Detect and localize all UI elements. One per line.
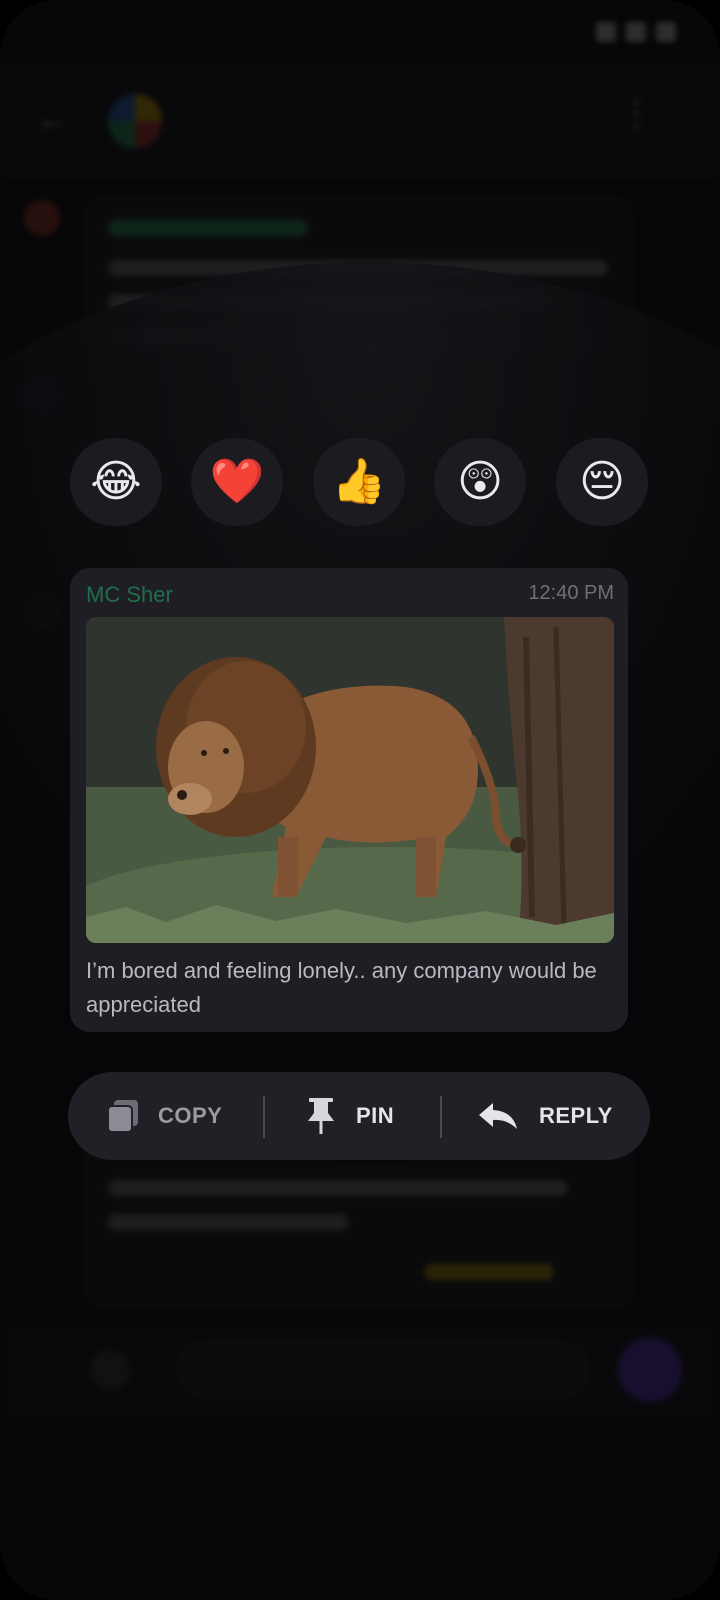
- pensive-emoji-icon: 😔: [579, 457, 625, 506]
- phone-screen: ← ⋮ 😂 ❤️ 👍 😲 😔 MC Sher 12:40 PM I’m bore…: [0, 0, 720, 1600]
- reaction-astonished-button[interactable]: 😲: [434, 438, 526, 526]
- copy-button[interactable]: COPY: [106, 1072, 222, 1160]
- reaction-pensive-button[interactable]: 😔: [556, 438, 648, 526]
- reply-label: REPLY: [539, 1103, 613, 1128]
- pin-button[interactable]: PIN: [306, 1072, 394, 1160]
- copy-icon: [107, 1100, 138, 1133]
- action-divider: [263, 1096, 265, 1138]
- lion-illustration: [86, 617, 614, 943]
- reaction-laugh-button[interactable]: 😂: [70, 438, 162, 526]
- reaction-heart-button[interactable]: ❤️: [191, 438, 283, 526]
- reaction-thumbs-up-button[interactable]: 👍: [313, 438, 405, 526]
- message-author[interactable]: MC Sher: [86, 582, 173, 608]
- heart-emoji-icon: ❤️: [209, 457, 265, 506]
- copy-label: COPY: [158, 1103, 223, 1128]
- message-text: I’m bored and feeling lonely.. any compa…: [86, 958, 597, 1017]
- reply-arrow-icon: [479, 1103, 517, 1129]
- pin-label: PIN: [356, 1103, 395, 1128]
- reaction-picker: 😂 ❤️ 👍 😲 😔: [70, 438, 660, 528]
- action-divider: [440, 1096, 442, 1138]
- message-action-bar: COPY PIN REPLY: [68, 1072, 650, 1160]
- pin-icon: [308, 1098, 334, 1134]
- tears-of-joy-emoji-icon: 😂: [90, 457, 142, 506]
- lion-photo[interactable]: [86, 617, 614, 943]
- reply-button[interactable]: REPLY: [477, 1072, 613, 1160]
- selected-message[interactable]: MC Sher 12:40 PM I’m bored and feeling l…: [70, 568, 628, 1032]
- thumbs-up-emoji-icon: 👍: [331, 457, 387, 506]
- message-timestamp: 12:40 PM: [528, 582, 614, 604]
- astonished-emoji-icon: 😲: [457, 457, 503, 506]
